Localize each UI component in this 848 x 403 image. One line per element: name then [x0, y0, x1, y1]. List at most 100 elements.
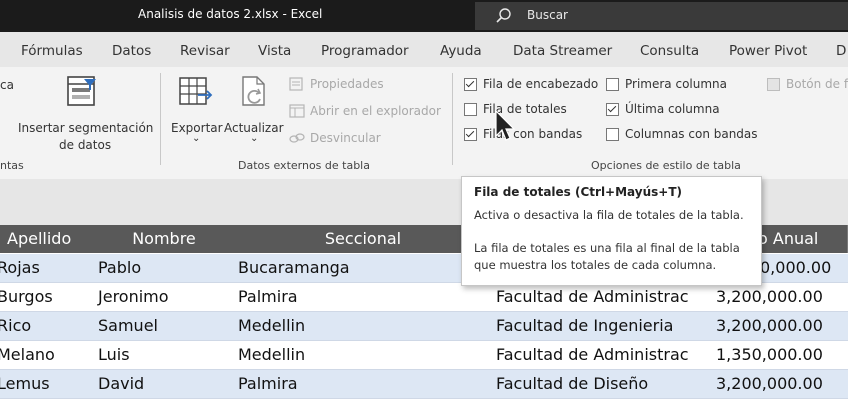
- group-label-style-options: Opciones de estilo de tabla: [591, 159, 741, 172]
- checkbox-checked[interactable]: [606, 103, 619, 116]
- cell-seccional[interactable]: Palmira: [234, 283, 493, 312]
- header-nombre[interactable]: Nombre: [94, 225, 235, 253]
- group-separator: [160, 73, 161, 165]
- group-separator: [452, 73, 453, 165]
- properties-icon: [289, 77, 303, 91]
- first-column-checkbox[interactable]: Primera columna: [606, 76, 746, 94]
- tooltip-title: Fila de totales (Ctrl+Mayús+T): [474, 185, 683, 199]
- checkbox-unchecked[interactable]: [606, 78, 619, 91]
- tab-design[interactable]: D: [836, 43, 846, 59]
- banded-columns-label: Columnas con bandas: [625, 127, 758, 141]
- cell-salario-value: 3,200,000.00: [716, 287, 823, 306]
- cell-salario[interactable]: 3,200,000.00: [692, 283, 848, 312]
- slicer-label-line1: Insertar segmentación: [18, 121, 154, 135]
- export-table-icon: [179, 77, 213, 105]
- tooltip-line-1: Activa o desactiva la fila de totales de…: [474, 208, 744, 222]
- tab-programador[interactable]: Programador: [321, 43, 409, 59]
- cell-apellido[interactable]: Burgos: [0, 283, 95, 312]
- checkbox-checked[interactable]: [464, 78, 477, 91]
- cell-nombre[interactable]: Luis: [94, 341, 235, 370]
- unlink-icon: [289, 133, 305, 143]
- tab-data-streamer[interactable]: Data Streamer: [513, 43, 612, 59]
- header-apellido[interactable]: Apellido: [0, 225, 95, 253]
- ribbon-left-fragment: ca: [0, 78, 14, 92]
- banded-columns-checkbox[interactable]: Columnas con bandas: [606, 126, 766, 144]
- ribbon: ca ntas Insertar segmentación de datos E…: [0, 67, 848, 179]
- window-title: Analisis de datos 2.xlsx - Excel: [138, 7, 323, 21]
- unlink-label: Desvincular: [310, 131, 381, 145]
- cell-apellido[interactable]: Lemus: [0, 370, 95, 399]
- cell-salario-value: 0,000.00: [760, 258, 832, 277]
- properties-button[interactable]: Propiedades: [289, 76, 439, 94]
- slicer-icon: [67, 76, 96, 106]
- header-seccional[interactable]: Seccional: [234, 225, 493, 253]
- header-salario-label: o Anual: [758, 229, 819, 248]
- group-label-external: Datos externos de tabla: [238, 159, 370, 172]
- cell-salario-value: 3,200,000.00: [716, 316, 823, 335]
- tooltip-line-3: que muestra los totales de cada columna.: [474, 258, 717, 272]
- last-column-checkbox[interactable]: Última columna: [606, 101, 746, 119]
- cell-facultad[interactable]: Facultad de Administrac: [492, 283, 693, 312]
- checkbox-checked[interactable]: [464, 128, 477, 141]
- refresh-button[interactable]: Actualizar ⌄: [223, 73, 284, 153]
- unlink-button[interactable]: Desvincular: [289, 130, 419, 148]
- tab-vista[interactable]: Vista: [258, 43, 291, 59]
- refresh-icon: [242, 76, 265, 106]
- filter-button-checkbox[interactable]: Botón de f: [767, 76, 848, 94]
- search-box[interactable]: Buscar: [475, 2, 848, 30]
- last-column-label: Última columna: [625, 102, 720, 116]
- table-row-partial: [0, 399, 848, 403]
- mouse-pointer-icon: [495, 110, 516, 141]
- total-row-checkbox[interactable]: Fila de totales: [464, 101, 604, 119]
- tab-revisar[interactable]: Revisar: [180, 43, 230, 59]
- header-row-checkbox[interactable]: Fila de encabezado: [464, 76, 604, 94]
- cell-seccional[interactable]: Bucaramanga: [234, 254, 493, 283]
- cell-nombre[interactable]: David: [94, 370, 235, 399]
- ribbon-tabs: Fórmulas Datos Revisar Vista Programador…: [0, 32, 848, 67]
- tab-consulta[interactable]: Consulta: [640, 43, 699, 59]
- cell-nombre[interactable]: Samuel: [94, 312, 235, 341]
- tooltip-line-2: La fila de totales es una fila al final …: [474, 241, 740, 255]
- cell-seccional[interactable]: Medellin: [234, 312, 493, 341]
- cell-nombre[interactable]: Pablo: [94, 254, 235, 283]
- cell-salario[interactable]: 3,200,000.00: [692, 312, 848, 341]
- slicer-label-line2: de datos: [59, 138, 112, 152]
- cell-nombre[interactable]: Jeronimo: [94, 283, 235, 312]
- checkbox-disabled[interactable]: [767, 78, 780, 91]
- insert-slicer-button[interactable]: Insertar segmentación de datos: [14, 73, 154, 157]
- filter-button-label: Botón de f: [786, 77, 848, 91]
- cell-seccional[interactable]: Palmira: [234, 370, 493, 399]
- cell-apellido[interactable]: Rico: [0, 312, 95, 341]
- chevron-down-icon: ⌄: [192, 133, 201, 144]
- cell-apellido[interactable]: Melano: [0, 341, 95, 370]
- cell-facultad[interactable]: Facultad de Diseño: [492, 370, 693, 399]
- chevron-down-icon: ⌄: [250, 133, 259, 144]
- total-row-tooltip: Fila de totales (Ctrl+Mayús+T) Activa o …: [461, 176, 762, 286]
- header-row-label: Fila de encabezado: [483, 77, 599, 91]
- open-in-browser-label: Abrir en el explorador: [310, 104, 441, 118]
- cell-salario[interactable]: 3,200,000.00: [692, 370, 848, 399]
- cell-salario[interactable]: 1,350,000.00: [692, 341, 848, 370]
- cell-salario-value: 3,200,000.00: [716, 374, 823, 393]
- search-icon: [496, 8, 511, 23]
- open-in-browser-button[interactable]: Abrir en el explorador: [289, 103, 444, 121]
- title-bar: Analisis de datos 2.xlsx - Excel Buscar: [0, 0, 848, 32]
- banded-rows-checkbox[interactable]: Filas con bandas: [464, 126, 604, 144]
- tab-formulas[interactable]: Fórmulas: [21, 43, 83, 59]
- checkbox-unchecked[interactable]: [606, 128, 619, 141]
- group-label-tools: ntas: [0, 159, 24, 172]
- cell-facultad[interactable]: Facultad de Ingenieria: [492, 312, 693, 341]
- cell-salario-value: 1,350,000.00: [716, 345, 823, 364]
- browser-icon: [289, 104, 305, 118]
- cell-apellido[interactable]: Rojas: [0, 254, 95, 283]
- tab-ayuda[interactable]: Ayuda: [440, 43, 482, 59]
- tab-power-pivot[interactable]: Power Pivot: [729, 43, 807, 59]
- first-column-label: Primera columna: [625, 77, 727, 91]
- tab-datos[interactable]: Datos: [112, 43, 151, 59]
- export-button[interactable]: Exportar ⌄: [170, 73, 224, 153]
- cell-seccional[interactable]: Medellin: [234, 341, 493, 370]
- cell-facultad[interactable]: Facultad de Administrac: [492, 341, 693, 370]
- checkbox-unchecked[interactable]: [464, 103, 477, 116]
- search-placeholder: Buscar: [527, 8, 568, 22]
- properties-label: Propiedades: [310, 77, 384, 91]
